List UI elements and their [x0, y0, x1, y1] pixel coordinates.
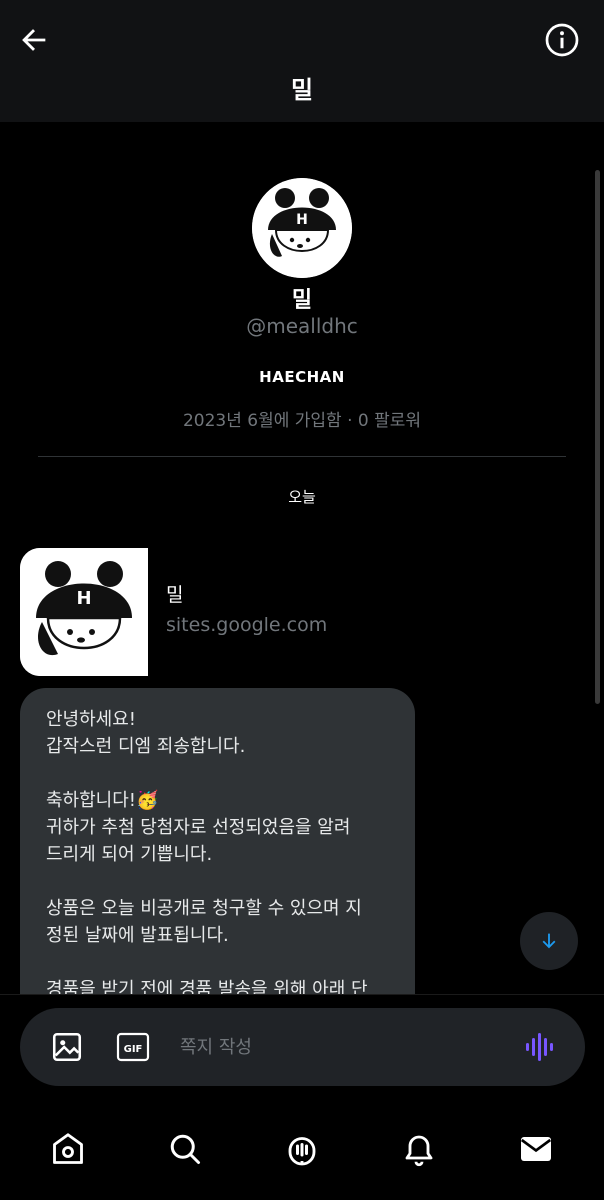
link-card-domain[interactable]: sites.google.com	[166, 614, 327, 636]
bottom-navigation	[0, 1098, 604, 1200]
profile-handle[interactable]: @mealldhc	[0, 314, 604, 338]
nav-home[interactable]	[38, 1119, 98, 1179]
message-line	[46, 760, 389, 787]
voice-message-button[interactable]	[521, 1028, 559, 1066]
scroll-to-bottom-button[interactable]	[520, 912, 578, 970]
message-line: 상품은 오늘 비공개로 청구할 수 있으며 지	[46, 898, 362, 919]
add-gif-button[interactable]: GIF	[114, 1028, 152, 1066]
link-card-image[interactable]: H	[20, 548, 148, 676]
arrow-left-icon	[22, 29, 46, 51]
back-button[interactable]	[14, 20, 54, 60]
arrow-down-icon	[542, 933, 556, 949]
spaces-icon	[288, 1137, 316, 1166]
gif-icon: GIF	[116, 1032, 150, 1062]
message-line: 귀하가 추첨 당첨자로 선정되었음을 알려	[46, 817, 351, 838]
composer: GIF	[20, 1008, 585, 1086]
message-line	[46, 949, 389, 976]
message-bubble[interactable]: 안녕하세요! 갑작스런 디엠 죄송합니다. 축하합니다!🥳 귀하가 추첨 당첨자…	[20, 688, 415, 1008]
gif-label: GIF	[124, 1044, 143, 1055]
top-bar: 밀	[0, 0, 604, 122]
scrollbar[interactable]	[595, 170, 600, 704]
profile-avatar[interactable]: H	[252, 178, 352, 278]
message-line: 드리게 되어 기쁩니다.	[46, 844, 213, 865]
profile-meta: 2023년 6월에 가입함 · 0 팔로워	[182, 411, 422, 431]
message-line: 안녕하세요!	[46, 709, 137, 730]
home-icon	[53, 1133, 84, 1164]
messages-icon	[520, 1137, 551, 1161]
nav-spaces[interactable]	[272, 1119, 332, 1179]
link-card-title[interactable]: 밀	[166, 580, 183, 607]
voice-wave-icon	[526, 1033, 553, 1061]
nav-messages[interactable]	[506, 1119, 566, 1179]
message-line: 축하합니다!🥳	[46, 790, 159, 811]
message-input[interactable]	[180, 1030, 500, 1064]
bear-hat-avatar-icon: H	[20, 548, 148, 676]
notifications-icon	[405, 1135, 433, 1167]
add-media-button[interactable]	[48, 1028, 86, 1066]
message-line: 정된 날짜에 발표됩니다.	[46, 925, 229, 946]
divider	[38, 456, 566, 457]
profile-name[interactable]: 밀	[0, 282, 604, 314]
message-line: 갑작스런 디엠 죄송합니다.	[46, 736, 246, 757]
nav-search[interactable]	[155, 1119, 215, 1179]
image-icon	[52, 1032, 82, 1062]
message-line	[46, 868, 389, 895]
bear-hat-avatar-icon: H	[252, 178, 352, 278]
info-circle-icon	[545, 23, 579, 57]
conversation-title: 밀	[290, 76, 314, 104]
conversation-info-button[interactable]	[542, 20, 582, 60]
date-separator: 오늘	[288, 488, 316, 506]
nav-notifications[interactable]	[389, 1119, 449, 1179]
search-icon	[170, 1134, 201, 1164]
svg-text:H: H	[76, 588, 91, 609]
profile-bio: HAECHAN	[259, 368, 345, 386]
svg-text:H: H	[296, 212, 308, 228]
